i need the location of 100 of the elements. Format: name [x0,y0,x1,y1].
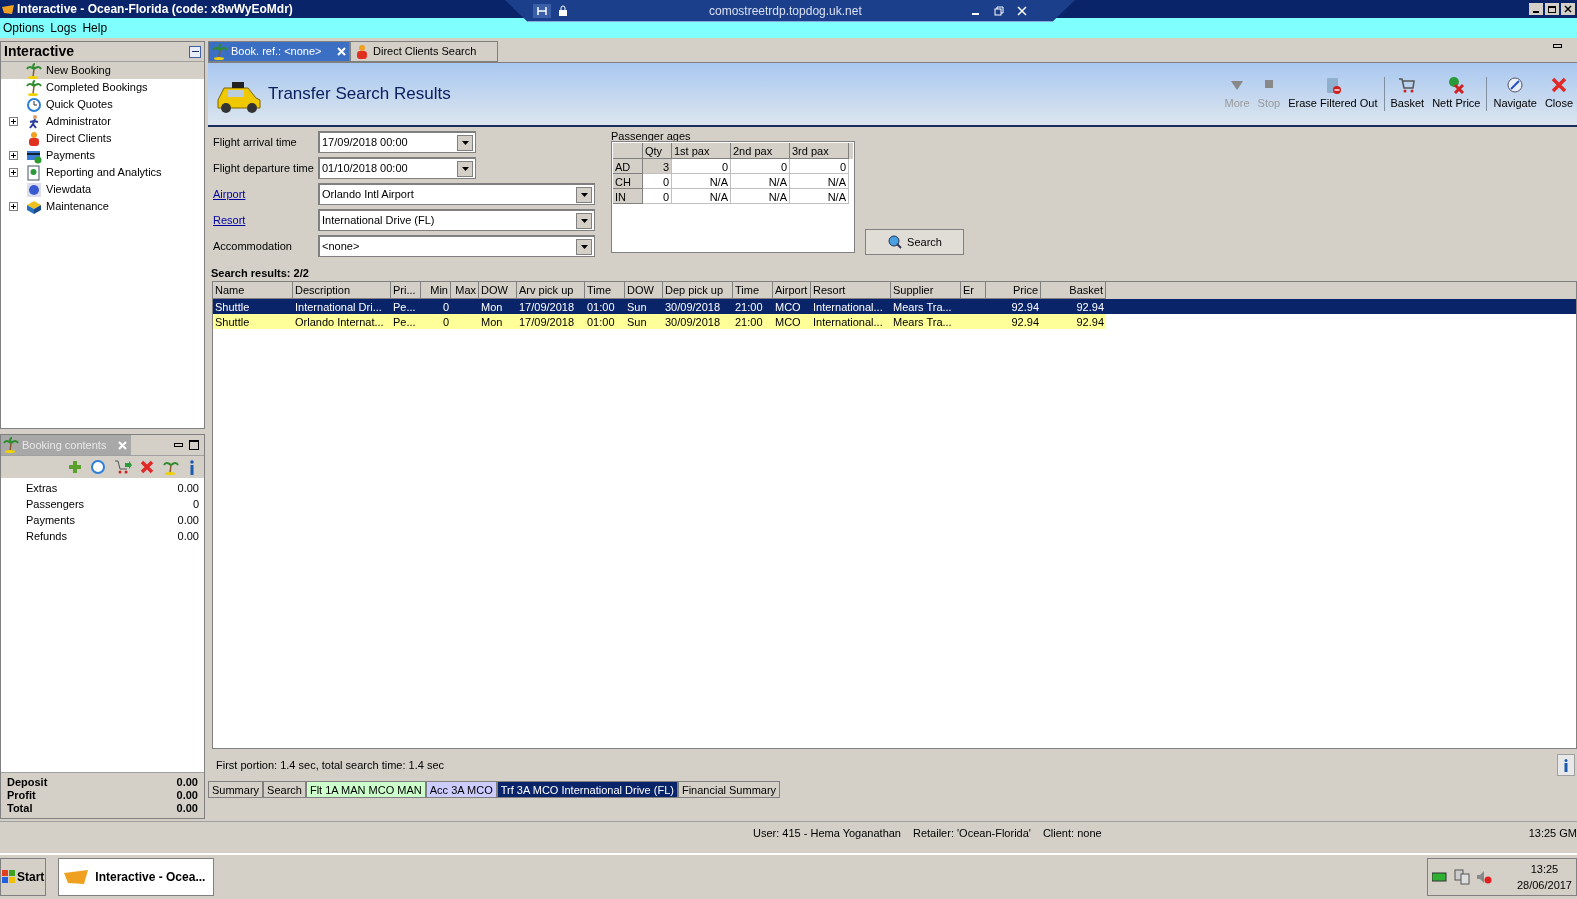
info-button[interactable] [1557,754,1575,776]
grid-cell[interactable]: 0 [643,189,672,204]
pin-icon[interactable] [533,3,551,18]
minimize-button[interactable] [174,443,183,447]
start-button[interactable]: Start [0,858,47,896]
table-cell: 30/09/2018 [663,314,733,329]
palm-tree-icon [3,437,19,453]
close-button[interactable] [1561,3,1575,15]
restore-icon[interactable] [994,5,1004,16]
date-field[interactable]: 17/09/2018 00:00 [318,131,476,153]
results-title: Search results: 2/2 [210,266,310,279]
toolbar-button[interactable]: Nett Price [1428,74,1485,111]
table-cell: Shuttle [213,314,293,329]
dropdown-button[interactable] [457,134,473,151]
bottom-tab[interactable]: Acc 3A MCO [425,781,497,798]
network-icon[interactable] [1454,869,1470,885]
result-row[interactable]: Shuttle International Dri... Pe... 0 Mon 17/09/2018 01:00 Sun 30/09/2018 21:00 MCO International... Mears Tra... 92.94 92.94 [213,299,1576,314]
total-label: Profit [7,788,36,804]
dropdown-button[interactable] [576,238,592,255]
content-value: 0.00 [177,480,199,496]
grid-cell[interactable]: 3 [643,159,672,174]
cart-icon[interactable] [114,459,132,475]
tree-item[interactable]: Completed Bookings [1,79,204,96]
grid-cell[interactable]: 0 [672,159,731,174]
content-label: Extras [26,480,58,496]
toolbar-button[interactable]: Close [1540,74,1577,111]
date-field[interactable]: 01/10/2018 00:00 [318,157,476,179]
table-cell-text: International Dri... [294,300,383,314]
tab[interactable]: Direct Clients Search [350,41,498,62]
palm-tree-icon[interactable] [162,459,180,475]
bottom-tab[interactable]: Summary [208,781,264,798]
caret-icon [580,218,588,223]
table-cell: MCO [773,314,811,329]
search-button[interactable]: Search [865,229,964,255]
expand-button[interactable] [9,151,18,160]
table-cell-text: Shuttle [214,300,251,314]
tab[interactable]: Book. ref.: <none> [208,41,350,62]
toolbar-button[interactable]: Navigate [1489,74,1541,111]
table-cell: 92.94 [986,314,1041,329]
grid-cell[interactable]: N/A [790,174,849,189]
grid-cell[interactable]: N/A [790,189,849,204]
tree-item[interactable]: Administrator [1,113,204,130]
dropdown-button[interactable] [576,212,592,229]
minimize-button[interactable] [1553,44,1562,48]
tree-item[interactable]: Maintenance [1,198,204,215]
expand-button[interactable] [9,202,18,211]
menu-item[interactable]: Options [0,19,48,37]
status-text: 13:25 GM [1528,826,1577,842]
menu-item[interactable]: Logs [47,19,80,37]
info-icon[interactable] [188,459,196,475]
toolbar-button[interactable]: Basket [1386,74,1429,111]
bottom-tab[interactable]: Search [263,781,306,798]
close-icon[interactable] [337,47,346,56]
dropdown-button[interactable] [457,160,473,177]
tree-item[interactable]: Direct Clients [1,130,204,147]
table-cell-text: 0 [441,300,450,314]
grid-cell[interactable]: 0 [790,159,849,174]
delete-icon[interactable] [140,460,154,474]
dropdown-field[interactable]: Orlando Intl Airport [318,183,595,205]
search-icon [887,234,904,250]
bottom-tab[interactable]: Financial Summary [677,781,781,798]
dropdown-field[interactable]: International Drive (FL) [318,209,595,231]
grid-cell[interactable]: N/A [672,174,731,189]
table-cell: Pe... [391,314,421,329]
bottom-tab[interactable]: Flt 1A MAN MCO MAN [305,781,426,798]
page-title: Transfer Search Results [268,83,451,106]
bottom-tab[interactable]: Trf 3A MCO International Drive (FL) [496,781,678,798]
tree-item[interactable]: Viewdata [1,181,204,198]
maximize-button[interactable] [1545,3,1559,15]
grid-cell[interactable]: N/A [731,174,790,189]
close-icon[interactable] [1017,5,1027,16]
grid-cell[interactable]: 0 [643,174,672,189]
dropdown-button[interactable] [576,186,592,203]
dropdown-field[interactable]: <none> [318,235,595,257]
expand-button[interactable] [9,168,18,177]
tree-item[interactable]: Reporting and Analytics [1,164,204,181]
tree-item[interactable]: Quick Quotes [1,96,204,113]
tree-item[interactable]: Payments [1,147,204,164]
grid-cell[interactable]: 0 [731,159,790,174]
muted-speaker-icon[interactable] [1476,869,1492,885]
battery-icon[interactable] [1432,872,1448,882]
table-cell-text: Sun [626,300,648,314]
field-label[interactable]: Resort [213,211,318,229]
maximize-button[interactable] [189,440,199,450]
tree-item[interactable]: New Booking [1,62,204,79]
result-row[interactable]: Shuttle Orlando Internat... Pe... 0 Mon 17/09/2018 01:00 Sun 30/09/2018 21:00 MCO International... Mears Tra... 92.94 92.94 [213,314,1576,329]
toolbar-button[interactable]: Erase Filtered Out [1284,74,1382,111]
grid-cell[interactable]: N/A [672,189,731,204]
caret-icon [580,244,588,249]
minimize-button[interactable] [1529,3,1543,15]
table-cell: 0 [421,314,451,329]
taskbar-task[interactable]: Interactive - Ocea... [58,858,215,896]
globe-icon [26,181,42,198]
expand-button[interactable] [9,117,18,126]
menu-item[interactable]: Help [79,19,111,37]
grid-cell[interactable]: N/A [731,189,790,204]
field-label[interactable]: Airport [213,185,318,203]
row-header: CH [613,174,643,189]
collapse-button[interactable] [189,45,201,58]
total-value: 0.00 [176,801,198,817]
